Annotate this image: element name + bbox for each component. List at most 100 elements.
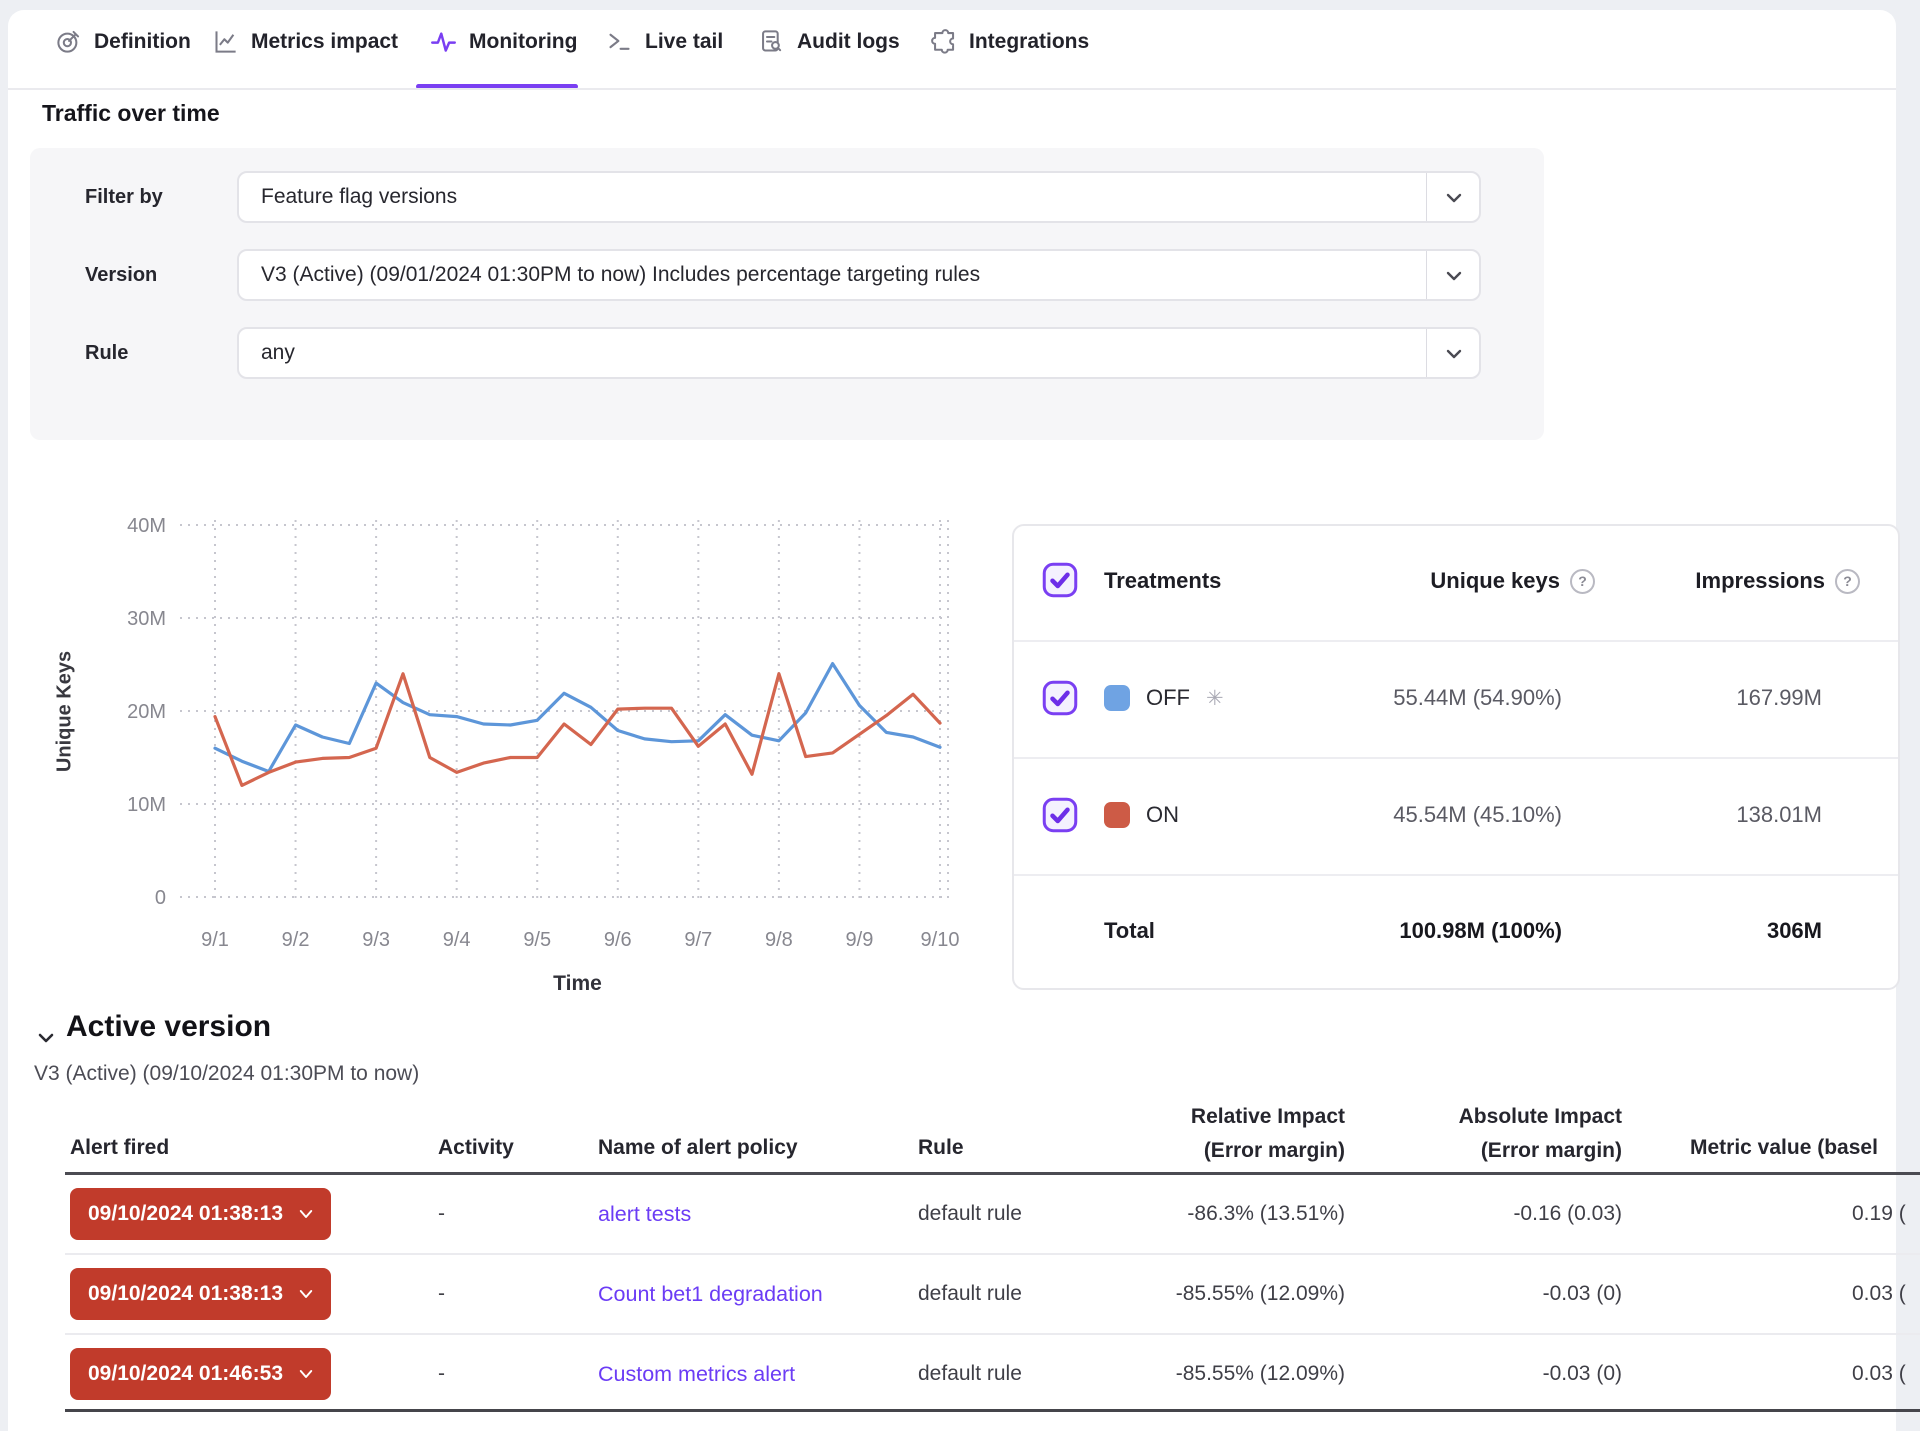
page-title: Traffic over time <box>42 100 220 127</box>
tab-label: Definition <box>94 30 191 54</box>
treatment-on-checkbox[interactable] <box>1042 797 1078 833</box>
tab-monitoring[interactable]: Monitoring <box>430 28 577 55</box>
impressions-header: Impressions ? <box>1545 568 1860 594</box>
col-alert-fired: Alert fired <box>70 1136 169 1160</box>
treatment-name: ON <box>1146 802 1179 828</box>
col-activity: Activity <box>438 1136 514 1160</box>
absolute-impact-cell: -0.03 (0) <box>1322 1335 1622 1413</box>
col-relative-impact: Relative Impact (Error margin) <box>1045 1100 1345 1168</box>
total-unique-keys: 100.98M (100%) <box>1262 918 1562 944</box>
relative-impact-cell: -85.55% (12.09%) <box>1045 1255 1345 1333</box>
rule-cell: default rule <box>918 1255 1022 1333</box>
tab-metrics-impact[interactable]: Metrics impact <box>212 28 398 55</box>
off-impressions: 167.99M <box>1522 685 1822 711</box>
version-value: V3 (Active) (09/01/2024 01:30PM to now) … <box>261 251 1409 299</box>
on-color-swatch <box>1104 802 1130 828</box>
alert-policy-link[interactable]: alert tests <box>598 1202 691 1227</box>
select-separator <box>1426 251 1427 299</box>
off-unique-keys: 55.44M (54.90%) <box>1262 685 1562 711</box>
tabbar-divider <box>8 88 1896 90</box>
treatment-on-row: ON <box>1104 797 1179 833</box>
tab-live-tail[interactable]: Live tail <box>606 28 723 55</box>
col-metric-value: Metric value (basel <box>1690 1136 1878 1160</box>
chevron-down-icon <box>1442 186 1466 210</box>
monitoring-pulse-icon <box>430 28 457 55</box>
version-select[interactable]: V3 (Active) (09/01/2024 01:30PM to now) … <box>237 249 1481 301</box>
rule-cell: default rule <box>918 1335 1022 1413</box>
table-row: 09/10/2024 01:38:13 - Count bet1 degrada… <box>0 1255 1920 1333</box>
tab-label: Integrations <box>969 30 1089 54</box>
table-row: 09/10/2024 01:38:13 - alert tests defaul… <box>0 1175 1920 1253</box>
alert-fired-badge[interactable]: 09/10/2024 01:46:53 <box>70 1348 331 1400</box>
treatment-off-row: OFF ✳ <box>1104 680 1224 716</box>
absolute-impact-cell: -0.16 (0.03) <box>1322 1175 1622 1253</box>
row-divider <box>1014 757 1898 759</box>
activity-cell: - <box>438 1175 445 1253</box>
chevron-down-icon <box>1442 264 1466 288</box>
monitoring-page: Definition Metrics impact Monitoring Liv… <box>0 0 1920 1431</box>
relative-impact-cell: -86.3% (13.51%) <box>1045 1175 1345 1253</box>
audit-logs-document-icon <box>758 28 785 55</box>
alerts-table: Alert fired Activity Name of alert polic… <box>0 1090 1920 1420</box>
activity-cell: - <box>438 1255 445 1333</box>
version-label: Version <box>85 249 230 301</box>
col-absolute-impact: Absolute Impact (Error margin) <box>1322 1100 1622 1168</box>
off-color-swatch <box>1104 685 1130 711</box>
collapse-chevron-icon[interactable] <box>34 1026 58 1050</box>
alert-fired-badge[interactable]: 09/10/2024 01:38:13 <box>70 1188 331 1240</box>
tab-label: Metrics impact <box>251 30 398 54</box>
tab-audit-logs[interactable]: Audit logs <box>758 28 900 55</box>
activity-cell: - <box>438 1335 445 1413</box>
table-bottom-border <box>65 1409 1920 1412</box>
alert-policy-link[interactable]: Custom metrics alert <box>598 1362 795 1387</box>
chevron-down-icon <box>297 1285 315 1303</box>
filter-by-value: Feature flag versions <box>261 173 1409 221</box>
active-version-title: Active version <box>66 1010 271 1044</box>
on-impressions: 138.01M <box>1522 802 1822 828</box>
integrations-puzzle-icon <box>930 28 957 55</box>
col-rule: Rule <box>918 1136 964 1160</box>
tab-definition[interactable]: Definition <box>55 28 191 55</box>
tab-label: Live tail <box>645 30 723 54</box>
rule-label: Rule <box>85 327 230 379</box>
help-icon[interactable]: ? <box>1835 569 1860 594</box>
chevron-down-icon <box>1442 342 1466 366</box>
table-row: 09/10/2024 01:46:53 - Custom metrics ale… <box>0 1335 1920 1413</box>
on-unique-keys: 45.54M (45.10%) <box>1262 802 1562 828</box>
filter-by-label: Filter by <box>85 171 230 223</box>
select-separator <box>1426 173 1427 221</box>
tab-label: Audit logs <box>797 30 900 54</box>
live-tail-terminal-icon <box>606 28 633 55</box>
alert-fired-badge[interactable]: 09/10/2024 01:38:13 <box>70 1268 331 1320</box>
rule-cell: default rule <box>918 1175 1022 1253</box>
tab-label: Monitoring <box>469 30 577 54</box>
chevron-down-icon <box>297 1205 315 1223</box>
definition-target-icon <box>55 28 82 55</box>
treatment-name: OFF <box>1146 685 1190 711</box>
y-axis-label: Unique Keys <box>54 642 77 782</box>
rule-value: any <box>261 329 1409 377</box>
default-treatment-icon: ✳ <box>1206 686 1224 711</box>
treatments-header: Treatments <box>1104 568 1221 594</box>
row-divider <box>1014 874 1898 876</box>
select-separator <box>1426 329 1427 377</box>
relative-impact-cell: -85.55% (12.09%) <box>1045 1335 1345 1413</box>
row-divider <box>1014 640 1898 642</box>
tab-integrations[interactable]: Integrations <box>930 28 1089 55</box>
metric-value-cell: 0.19 ( <box>1852 1175 1906 1253</box>
treatment-off-checkbox[interactable] <box>1042 680 1078 716</box>
x-axis-label: Time <box>215 972 940 996</box>
active-version-subtitle: V3 (Active) (09/10/2024 01:30PM to now) <box>34 1062 419 1086</box>
col-policy: Name of alert policy <box>598 1136 798 1160</box>
filter-by-select[interactable]: Feature flag versions <box>237 171 1481 223</box>
metric-value-cell: 0.03 ( <box>1852 1335 1906 1413</box>
metric-value-cell: 0.03 ( <box>1852 1255 1906 1333</box>
treatments-select-all-checkbox[interactable] <box>1042 562 1078 598</box>
rule-select[interactable]: any <box>237 327 1481 379</box>
chevron-down-icon <box>297 1365 315 1383</box>
total-impressions: 306M <box>1522 918 1822 944</box>
total-label: Total <box>1104 918 1155 944</box>
absolute-impact-cell: -0.03 (0) <box>1322 1255 1622 1333</box>
alert-policy-link[interactable]: Count bet1 degradation <box>598 1282 823 1307</box>
metrics-chart-icon <box>212 28 239 55</box>
